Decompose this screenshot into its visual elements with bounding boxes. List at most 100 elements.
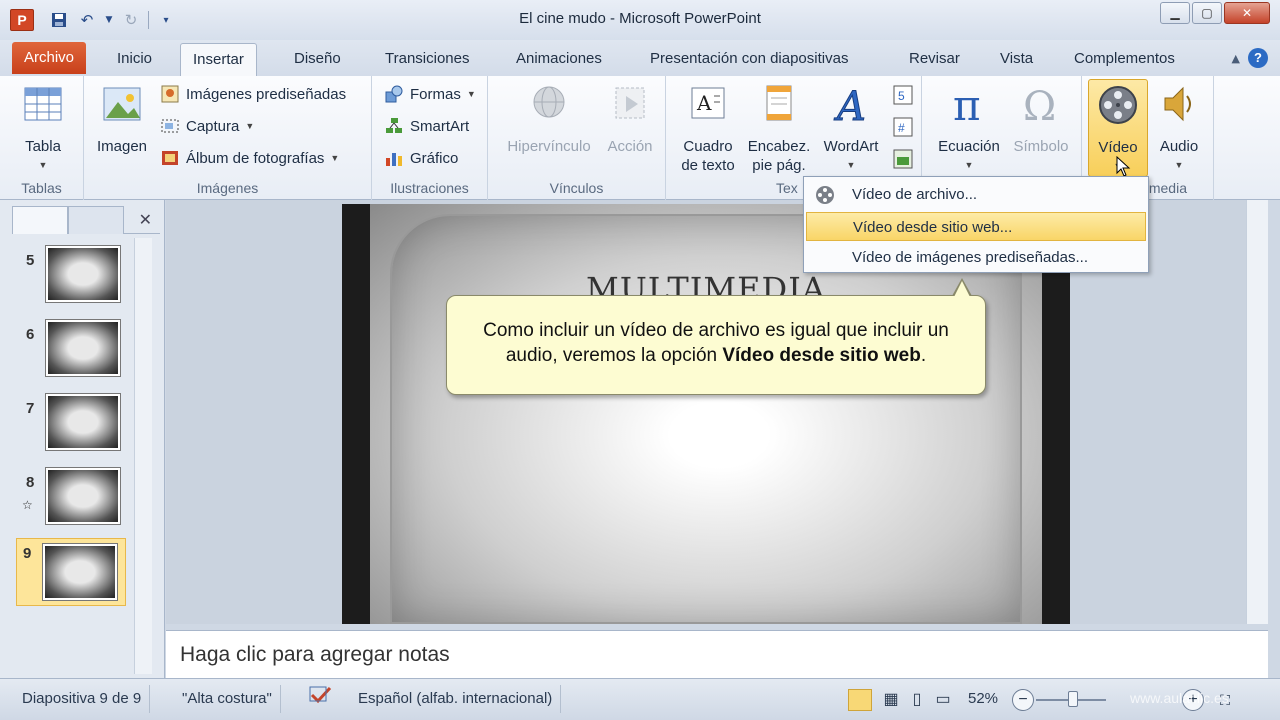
hyperlink-icon [533,86,565,118]
svg-text:A: A [833,84,866,126]
captura-button[interactable]: Captura ▼ [160,114,254,138]
reading-view-icon[interactable]: ▯ [906,689,928,711]
album-button[interactable]: Álbum de fotografías ▼ [160,146,339,170]
slide-sorter-icon[interactable]: ▦ [880,689,902,711]
grafico-label: Gráfico [410,149,459,167]
object-icon[interactable] [892,148,914,170]
omega-icon: Ω [1023,84,1056,130]
maximize-icon[interactable]: ▢ [1192,2,1222,24]
slide-thumb-image [45,393,121,451]
close-panel-icon[interactable]: ✕ [139,210,152,229]
grafico-button[interactable]: Gráfico [384,146,458,170]
help-icon[interactable]: ? [1248,48,1268,68]
panel-scrollbar[interactable] [134,238,152,674]
smartart-label: SmartArt [410,117,470,135]
svg-text:#: # [898,121,905,135]
notes-pane[interactable]: Haga clic para agregar notas [166,630,1268,678]
menu-item-video-predisenadas[interactable]: Vídeo de imágenes prediseñadas... [806,243,1146,272]
simbolo-button[interactable]: Ω Símbolo [1006,82,1076,156]
film-reel-icon [1099,86,1137,124]
group-label-tablas: Tablas [21,180,62,196]
slide-number: 6 [26,326,35,343]
wordart-button[interactable]: A WordArt ▼ [816,82,886,175]
ribbon-tabs: Archivo Inicio Insertar Diseño Transicio… [0,40,1280,76]
slides-panel: ✕ 5 6 7 8 ☆ 9 [0,200,165,678]
chart-icon [386,153,402,166]
status-bar: Diapositiva 9 de 9 "Alta costura" Españo… [0,678,1280,720]
menu-item-video-archivo[interactable]: Vídeo de archivo... [806,180,1146,209]
hipervinculo-button[interactable]: Hipervínculo [500,82,598,156]
ecuacion-button[interactable]: π Ecuación ▼ [932,81,1006,175]
tab-archivo[interactable]: Archivo [12,42,87,74]
slideshow-icon[interactable]: ▭ [932,689,954,711]
close-icon[interactable]: ✕ [1224,2,1270,24]
slide-thumbnail-8[interactable]: 8 ☆ [20,467,130,532]
group-label-imagenes: Imágenes [196,180,259,196]
window-title: El cine mudo - Microsoft PowerPoint [519,10,761,27]
action-icon [615,87,645,119]
picture-icon [103,87,141,121]
zoom-slider-knob[interactable] [1068,691,1078,707]
date-time-icon[interactable]: 5 [892,84,914,106]
chevron-down-icon: ▼ [245,121,255,131]
slides-tab-icon[interactable] [12,206,68,234]
chevron-down-icon: ▼ [466,89,476,99]
window-controls: ▁ ▢ ✕ [1160,2,1270,24]
menu-item-video-sitio-web[interactable]: Vídeo desde sitio web... [806,212,1146,241]
zoom-level[interactable]: 52% [968,685,998,713]
tabla-button[interactable]: Tabla ▼ [14,82,72,175]
tab-complementos[interactable]: Complementos [1062,43,1187,76]
tab-presentacion[interactable]: Presentación con diapositivas [638,43,860,76]
minimize-ribbon-icon[interactable]: ▲ [1232,52,1240,65]
tab-revisar[interactable]: Revisar [897,43,972,76]
normal-view-icon[interactable] [848,689,872,711]
clip-art-icon [161,85,179,103]
tabla-label: Tabla [25,138,61,155]
chevron-down-icon: ▼ [964,160,974,170]
imagenes-predisenadas-label: Imágenes prediseñadas [186,85,347,103]
imagen-button[interactable]: Imagen [90,82,154,156]
tab-vista[interactable]: Vista [988,43,1045,76]
group-label-ilustraciones: Ilustraciones [390,180,469,196]
vertical-scrollbar[interactable] [1246,200,1268,624]
mouse-pointer-icon [1116,156,1131,177]
screenshot-icon [161,119,179,133]
zoom-out-icon[interactable]: − [1012,689,1034,711]
hipervinculo-label: Hipervínculo [507,138,591,155]
minimize-icon[interactable]: ▁ [1160,2,1190,24]
chevron-down-icon: ▼ [1174,160,1184,170]
slide-thumbnail-7[interactable]: 7 [20,393,130,458]
accion-label: Acción [607,138,653,155]
chevron-down-icon: ▼ [846,160,856,170]
encabezado-button[interactable]: Encabez. pie pág. [744,82,814,175]
outline-tab-icon[interactable] [68,206,124,234]
tab-transiciones[interactable]: Transiciones [373,43,481,76]
tutorial-callout: Como incluir un vídeo de archivo es igua… [446,295,986,395]
slide-thumb-image [45,245,121,303]
tab-insertar[interactable]: Insertar [180,43,257,76]
slide-number-icon[interactable]: # [892,116,914,138]
theme-name[interactable]: "Alta costura" [174,685,281,713]
smartart-button[interactable]: SmartArt [384,114,469,138]
slide-number: 7 [26,400,35,417]
shapes-icon [385,85,403,103]
callout-pointer-fill [954,281,970,297]
formas-label: Formas [410,85,461,103]
tab-animaciones[interactable]: Animaciones [504,43,614,76]
slide-number: 9 [23,545,32,562]
title-bar: P ↶ ▼ ↻ ▾ El cine mudo - Microsoft Power… [0,0,1280,40]
cuadro-texto-button[interactable]: A Cuadro de texto [676,82,740,175]
slide-thumbnail-9[interactable]: 9 [16,538,126,606]
imagenes-predisenadas-button[interactable]: Imágenes prediseñadas [160,82,346,106]
imagen-label: Imagen [96,138,148,155]
slide-thumbnail-5[interactable]: 5 [20,245,130,310]
slide-thumbnail-6[interactable]: 6 [20,319,130,384]
spellcheck-icon[interactable] [300,685,342,713]
audio-button[interactable]: Audio ▼ [1152,82,1206,175]
accion-button[interactable]: Acción [602,82,658,156]
tab-diseno[interactable]: Diseño [282,43,353,76]
formas-button[interactable]: Formas ▼ [384,82,476,106]
slide-thumb-image [45,467,121,525]
tab-inicio[interactable]: Inicio [105,43,164,76]
language[interactable]: Español (alfab. internacional) [350,685,562,713]
